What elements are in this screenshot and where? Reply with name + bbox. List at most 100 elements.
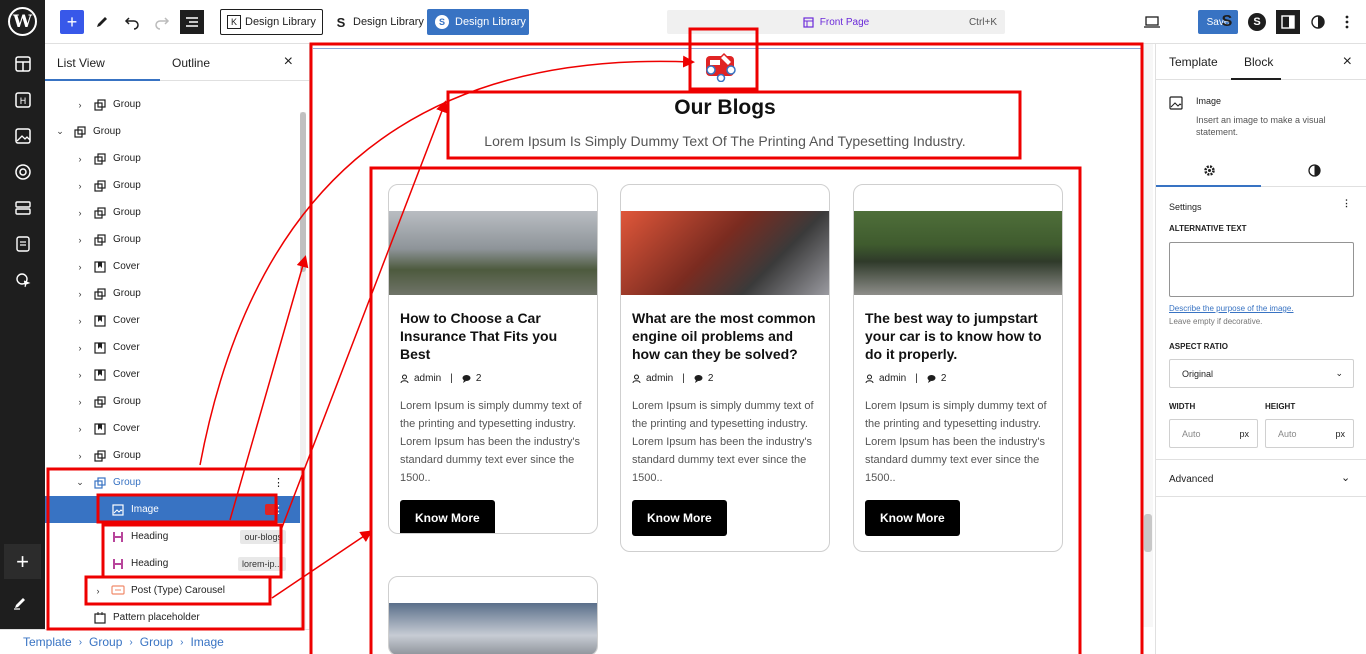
chevron-right-icon[interactable]: › — [75, 451, 85, 461]
list-item-pattern-placeholder[interactable]: Pattern placeholder — [45, 604, 300, 629]
settings-sidebar-toggle-icon[interactable] — [1276, 10, 1300, 34]
chevron-right-icon[interactable]: › — [75, 397, 85, 407]
chevron-right-icon[interactable]: › — [75, 424, 85, 434]
list-item-cover[interactable]: › Cover — [45, 361, 300, 388]
chevron-right-icon[interactable]: › — [75, 262, 85, 272]
list-item-cover[interactable]: › Cover — [45, 253, 300, 280]
chevron-down-icon[interactable]: ⌄ — [55, 126, 65, 137]
design-library-button-1[interactable]: K Design Library — [220, 9, 323, 35]
list-item-group[interactable]: ⌄ Group — [45, 118, 300, 145]
heading-block-icon[interactable]: H — [12, 89, 34, 111]
list-item-image[interactable]: Image ⋮ — [45, 496, 300, 523]
post-card[interactable]: How to Choose a Car Insurance That Fits … — [388, 184, 598, 534]
height-unit[interactable]: px — [1335, 429, 1345, 439]
settings-options-icon[interactable]: ⋮ — [1342, 198, 1351, 209]
chevron-right-icon[interactable]: › — [75, 235, 85, 245]
styles-contrast-icon[interactable] — [1306, 10, 1330, 34]
chevron-right-icon[interactable]: › — [75, 289, 85, 299]
chevron-right-icon[interactable]: › — [75, 208, 85, 218]
options-menu-icon[interactable] — [1335, 10, 1359, 34]
list-view-scrollbar[interactable] — [300, 112, 306, 629]
breadcrumb-item[interactable]: Group — [140, 635, 173, 649]
redo-icon[interactable] — [151, 11, 173, 33]
know-more-button[interactable]: Know More — [400, 500, 495, 533]
pointer-icon[interactable] — [12, 269, 34, 291]
list-item-group[interactable]: ⌄ Group ⋮ — [45, 469, 300, 496]
image-icon[interactable] — [12, 125, 34, 147]
close-icon[interactable]: × — [1343, 53, 1352, 71]
list-item-cover[interactable]: › Cover — [45, 307, 300, 334]
edit-icon[interactable] — [12, 595, 28, 616]
wordpress-logo-icon[interactable]: W — [8, 7, 37, 36]
know-more-button[interactable]: Know More — [632, 500, 727, 536]
layout-icon[interactable] — [12, 53, 34, 75]
tab-template[interactable]: Template — [1169, 55, 1218, 69]
tab-list-view[interactable]: List View — [57, 56, 105, 70]
alt-text-help-link[interactable]: Describe the purpose of the image. — [1169, 304, 1294, 313]
post-card[interactable]: The best way to jumpstart your car is to… — [853, 184, 1063, 552]
list-item-group[interactable]: › Group — [45, 226, 300, 253]
settings-gear-icon[interactable] — [1203, 164, 1216, 177]
styles-contrast-icon[interactable] — [1308, 164, 1321, 177]
spectra-icon[interactable]: S — [1245, 10, 1269, 34]
list-item-group[interactable]: › Group — [45, 172, 300, 199]
post-title[interactable]: What are the most common engine oil prob… — [621, 295, 829, 363]
tab-block[interactable]: Block — [1244, 55, 1273, 69]
car-service-logo-image[interactable] — [704, 50, 738, 83]
list-item-post-type-carousel[interactable]: › Post (Type) Carousel — [45, 577, 300, 604]
stack-icon[interactable] — [12, 197, 34, 219]
canvas-scroll-thumb[interactable] — [1144, 514, 1152, 552]
chevron-down-icon[interactable]: ⌄ — [75, 477, 85, 488]
advanced-panel-toggle[interactable]: Advanced ⌄ — [1156, 459, 1366, 497]
list-item-group[interactable]: › Group — [45, 145, 300, 172]
options-menu-icon[interactable]: ⋮ — [273, 476, 284, 489]
design-library-button-2[interactable]: S Design Library — [334, 9, 424, 35]
command-palette-button[interactable]: Front Page Ctrl+K — [667, 10, 1005, 34]
post-title[interactable]: How to Choose a Car Insurance That Fits … — [389, 295, 597, 363]
close-icon[interactable]: × — [284, 53, 293, 71]
list-view-scroll-thumb[interactable] — [300, 112, 306, 272]
list-item-group[interactable]: › Group — [45, 388, 300, 415]
block-inserter-button[interactable]: + — [60, 10, 84, 34]
know-more-button[interactable]: Know More — [865, 500, 960, 536]
document-overview-button[interactable] — [180, 10, 204, 34]
breadcrumb-item[interactable]: Group — [89, 635, 122, 649]
chevron-right-icon[interactable]: › — [75, 370, 85, 380]
list-item-heading[interactable]: Heading lorem-ip... — [45, 550, 300, 577]
post-title[interactable]: The best way to jumpstart your car is to… — [854, 295, 1062, 363]
options-menu-icon[interactable]: ⋮ — [273, 503, 284, 516]
list-item-cover[interactable]: › Cover — [45, 334, 300, 361]
undo-icon[interactable] — [121, 11, 143, 33]
list-item-group[interactable]: › Group — [45, 442, 300, 469]
breadcrumb-item[interactable]: Image — [190, 635, 223, 649]
tools-pen-icon[interactable] — [91, 11, 113, 33]
design-library-button-3[interactable]: S Design Library — [427, 9, 529, 35]
height-input[interactable]: Auto px — [1265, 419, 1354, 448]
chevron-right-icon[interactable]: › — [75, 316, 85, 326]
list-item-group[interactable]: › Group — [45, 280, 300, 307]
post-card-partial[interactable] — [388, 576, 598, 654]
post-author[interactable]: admin — [879, 373, 906, 384]
chevron-right-icon[interactable]: › — [75, 181, 85, 191]
post-card[interactable]: What are the most common engine oil prob… — [620, 184, 830, 552]
breadcrumb-item[interactable]: Template — [23, 635, 72, 649]
list-item-group[interactable]: › Group — [45, 199, 300, 226]
chevron-right-icon[interactable]: › — [75, 100, 85, 110]
chevron-right-icon[interactable]: › — [75, 343, 85, 353]
width-input[interactable]: Auto px — [1169, 419, 1258, 448]
chevron-right-icon[interactable]: › — [93, 586, 103, 596]
stackable-icon[interactable]: S — [1215, 10, 1239, 34]
list-item-group[interactable]: › Group — [45, 91, 300, 118]
width-unit[interactable]: px — [1239, 429, 1249, 439]
target-icon[interactable] — [12, 161, 34, 183]
add-new-icon[interactable]: + — [4, 544, 41, 579]
post-author[interactable]: admin — [414, 373, 441, 384]
canvas-scrollbar[interactable] — [1143, 44, 1153, 627]
tab-outline[interactable]: Outline — [172, 56, 210, 70]
chevron-right-icon[interactable]: › — [75, 154, 85, 164]
document-icon[interactable] — [12, 233, 34, 255]
section-heading[interactable]: Our Blogs — [450, 96, 1000, 120]
aspect-ratio-select[interactable]: Original ⌄ — [1169, 359, 1354, 388]
list-item-heading[interactable]: Heading our-blogs — [45, 523, 300, 550]
desktop-preview-icon[interactable] — [1140, 10, 1164, 34]
